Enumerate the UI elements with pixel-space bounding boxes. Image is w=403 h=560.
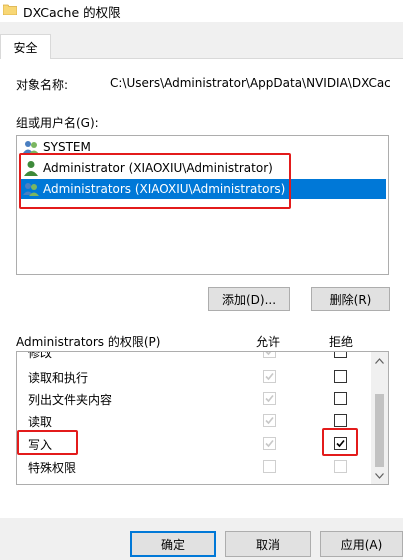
list-item-system[interactable]: SYSTEM — [19, 137, 386, 157]
remove-button[interactable]: 删除(R) — [311, 287, 390, 311]
permission-name: 列出文件夹内容 — [28, 393, 113, 407]
add-button[interactable]: 添加(D)... — [208, 287, 290, 311]
allow-checkbox — [263, 437, 276, 450]
checkmark-icon — [336, 439, 345, 448]
permission-name: 读取和执行 — [28, 371, 89, 385]
allow-header: 允许 — [256, 335, 281, 349]
permissions-scrollbar[interactable] — [371, 352, 388, 484]
scrollbar-thumb[interactable] — [375, 394, 384, 467]
checkmark-icon — [265, 352, 272, 356]
permission-row-read-execute: 读取和执行 — [17, 366, 372, 388]
list-item-label: Administrators (XIAOXIU\Administrators) — [43, 182, 286, 196]
allow-checkbox — [263, 392, 276, 405]
folder-icon — [3, 4, 17, 15]
deny-checkbox — [334, 460, 347, 473]
list-item-administrators[interactable]: Administrators (XIAOXIU\Administrators) — [19, 179, 386, 199]
allow-checkbox — [263, 352, 276, 358]
permission-name: 修改 — [28, 351, 53, 360]
tab-security-label: 安全 — [13, 40, 38, 55]
users-icon — [23, 141, 39, 154]
checkmark-icon — [265, 439, 274, 448]
list-item-label: Administrator (XIAOXIU\Administrator) — [43, 161, 273, 175]
user-icon — [24, 161, 38, 176]
remove-button-label: 删除(R) — [329, 292, 372, 307]
permission-name: 特殊权限 — [28, 461, 77, 475]
deny-checkbox[interactable] — [334, 352, 347, 358]
permission-row-write: 写入 — [17, 433, 372, 455]
deny-checkbox[interactable] — [334, 437, 347, 450]
permission-row-list-folder: 列出文件夹内容 — [17, 388, 372, 410]
deny-checkbox[interactable] — [334, 392, 347, 405]
permissions-label: Administrators 的权限(P) — [16, 335, 161, 349]
checkmark-icon — [265, 372, 274, 381]
apply-button-label: 应用(A) — [340, 537, 383, 552]
ok-button[interactable]: 确定 — [130, 531, 216, 557]
deny-header: 拒绝 — [329, 335, 354, 349]
permission-name: 读取 — [28, 415, 53, 429]
list-item-administrator[interactable]: Administrator (XIAOXIU\Administrator) — [19, 158, 386, 178]
deny-checkbox[interactable] — [334, 414, 347, 427]
users-icon — [23, 183, 39, 196]
permission-row-modify: 修改 — [17, 351, 372, 363]
tab-security[interactable]: 安全 — [0, 34, 51, 59]
deny-checkbox[interactable] — [334, 370, 347, 383]
permission-row-read: 读取 — [17, 410, 372, 432]
scroll-up-icon[interactable] — [371, 352, 388, 369]
list-item-label: SYSTEM — [43, 140, 91, 154]
object-name-label: 对象名称: — [16, 78, 69, 92]
permissions-list[interactable]: 修改 读取和执行 列出文件夹内容 读取 写入 特殊权限 — [16, 351, 389, 485]
allow-checkbox — [263, 414, 276, 427]
group-user-list[interactable]: SYSTEM Administrator (XIAOXIU\Administra… — [16, 135, 389, 275]
allow-checkbox — [263, 460, 276, 473]
object-path: C:\Users\Administrator\AppData\NVIDIA\DX… — [110, 76, 390, 90]
scroll-down-icon[interactable] — [371, 467, 388, 484]
add-button-label: 添加(D)... — [221, 292, 277, 307]
ok-button-label: 确定 — [160, 537, 185, 552]
groups-label: 组或用户名(G): — [16, 116, 99, 130]
window-title: DXCache 的权限 — [23, 5, 121, 20]
permission-row-special: 特殊权限 — [17, 456, 372, 478]
apply-button[interactable]: 应用(A) — [320, 531, 403, 557]
cancel-button[interactable]: 取消 — [225, 531, 311, 557]
allow-checkbox — [263, 370, 276, 383]
permission-name: 写入 — [28, 438, 53, 452]
checkmark-icon — [265, 416, 274, 425]
checkmark-icon — [265, 394, 274, 403]
title-bar: DXCache 的权限 — [0, 0, 403, 22]
cancel-button-label: 取消 — [255, 537, 280, 552]
